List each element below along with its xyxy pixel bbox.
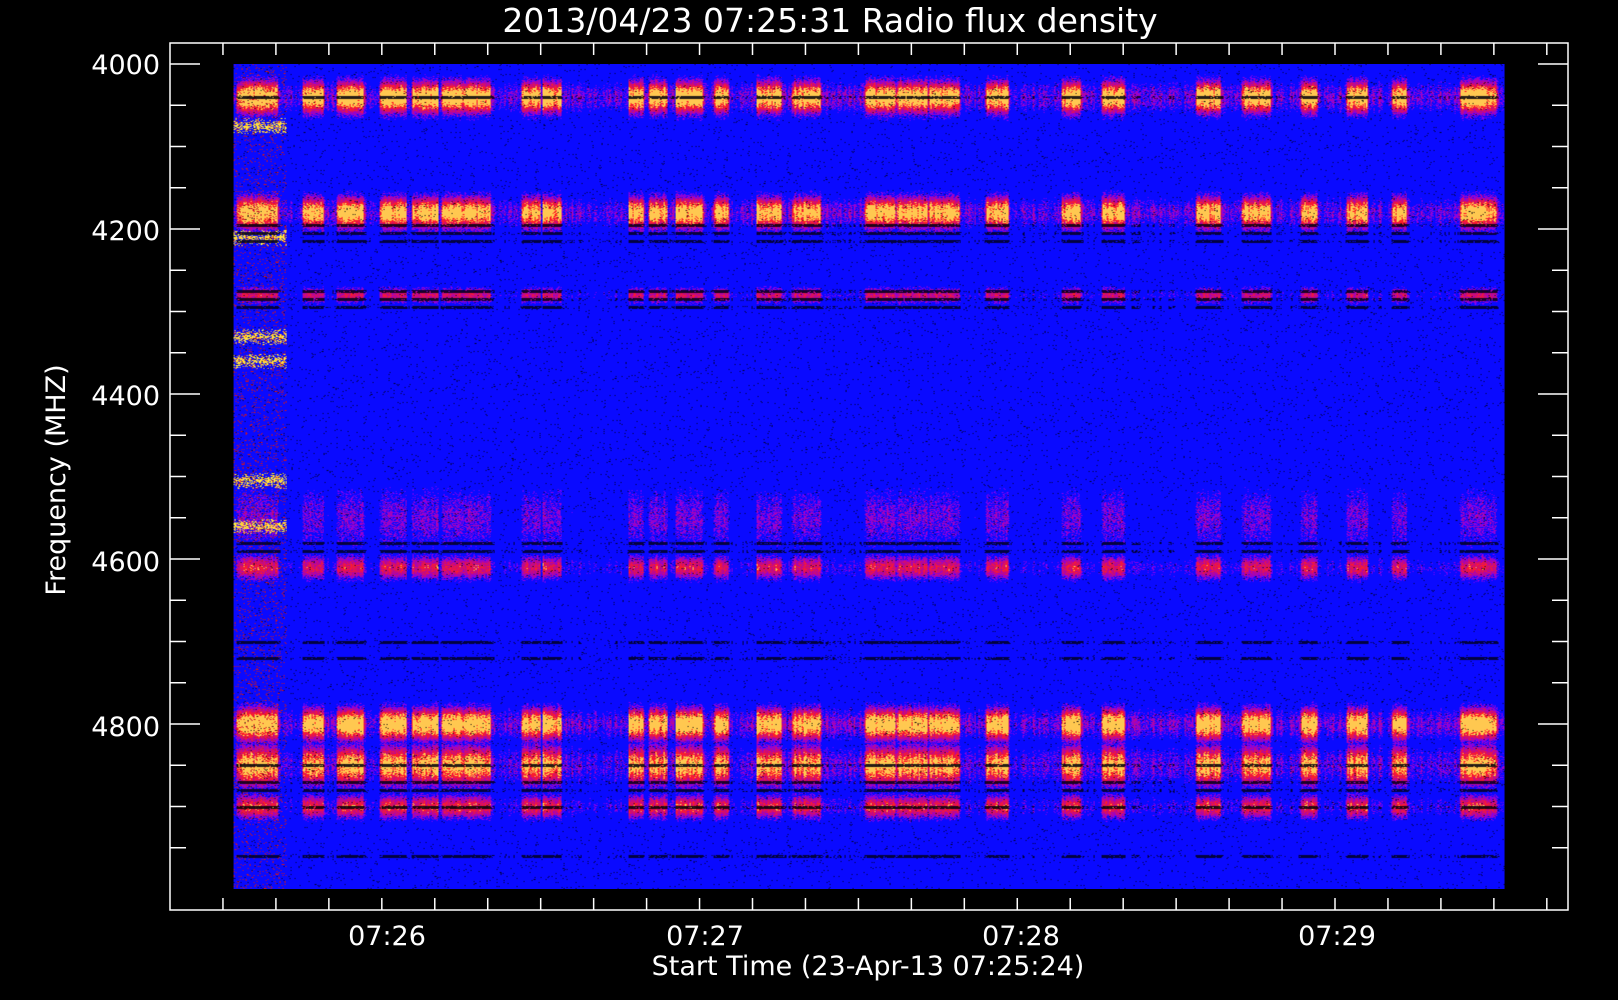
y-tick-label: 4400 <box>91 381 160 412</box>
spectrogram-heatmap <box>233 64 1505 889</box>
x-axis-label: Start Time (23-Apr-13 07:25:24) <box>652 951 1085 982</box>
spectrogram-image <box>233 64 1505 889</box>
chart-title: 2013/04/23 07:25:31 Radio flux density <box>502 1 1157 40</box>
y-axis-label: Frequency (MHZ) <box>41 364 72 595</box>
x-tick-label: 07:27 <box>666 921 744 952</box>
spectrogram-chart: 2013/04/23 07:25:31 Radio flux density 4… <box>0 0 1618 1000</box>
x-tick-label: 07:29 <box>1298 921 1376 952</box>
y-tick-label: 4600 <box>91 547 160 578</box>
y-tick-label: 4000 <box>91 50 160 81</box>
x-tick-label: 07:26 <box>348 921 426 952</box>
y-tick-label: 4200 <box>91 216 160 247</box>
y-tick-label: 4800 <box>91 712 160 743</box>
x-tick-label: 07:28 <box>982 921 1060 952</box>
